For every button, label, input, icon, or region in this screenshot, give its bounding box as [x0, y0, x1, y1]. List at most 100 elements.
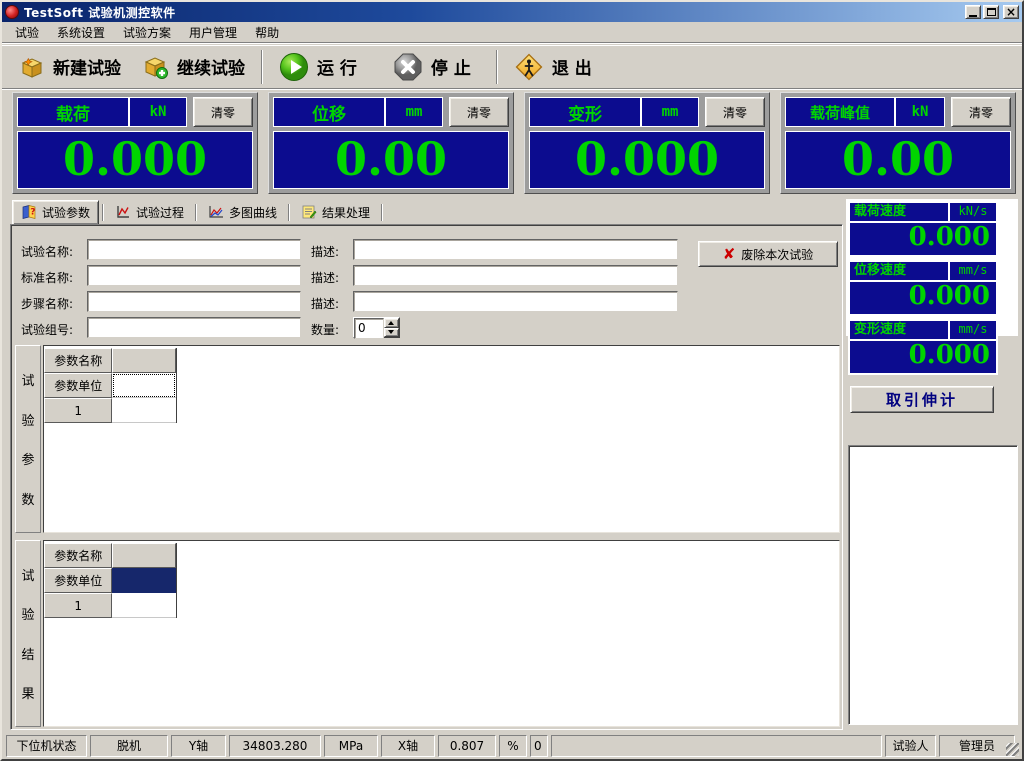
param-row1-header[interactable]: 1 — [44, 398, 112, 423]
peak-load-value: 0.00 — [785, 131, 1011, 189]
tab-separator — [381, 204, 383, 221]
deformation-value: 0.000 — [529, 131, 765, 189]
standard-desc-input[interactable] — [353, 265, 678, 286]
menu-test-scheme[interactable]: 试验方案 — [114, 22, 180, 43]
standard-name-input[interactable] — [87, 265, 301, 286]
maximize-button[interactable] — [983, 5, 999, 19]
menu-system-settings[interactable]: 系统设置 — [48, 22, 114, 43]
quantity-value[interactable]: 0 — [354, 318, 384, 339]
param-name-header[interactable]: 参数名称 — [44, 348, 112, 373]
run-label: 运 行 — [317, 54, 357, 79]
step-name-label: 步骤名称: — [21, 295, 73, 312]
status-x-axis-value: 0.807 — [438, 735, 496, 757]
results-grid: 参数名称 参数单位 1 — [44, 543, 177, 618]
result-processing-icon — [301, 204, 317, 220]
status-operator-label: 试验人 — [885, 735, 936, 757]
title-bar[interactable]: TestSoft 试验机测控软件 × — [2, 2, 1022, 22]
status-y-axis-value: 34803.280 — [229, 735, 321, 757]
window-title: TestSoft 试验机测控软件 — [24, 4, 176, 21]
deformation-label: 变形 — [530, 98, 642, 126]
app-icon — [5, 5, 19, 19]
menu-test[interactable]: 试验 — [6, 22, 48, 43]
maximize-icon — [987, 8, 996, 16]
step-desc-input[interactable] — [353, 291, 678, 312]
up-arrow-icon — [388, 321, 394, 325]
displacement-speed-panel: 位移速度 mm/s 0.000 — [848, 260, 998, 316]
param-name-cell[interactable] — [112, 348, 176, 373]
tab-separator — [288, 204, 290, 221]
param-unit-cell[interactable] — [112, 373, 176, 398]
quantity-stepper[interactable]: 0 — [353, 317, 400, 338]
param-unit-header[interactable]: 参数单位 — [44, 373, 112, 398]
result-name-cell[interactable] — [112, 543, 176, 568]
deformation-clear-button[interactable]: 清零 — [705, 97, 765, 127]
result-unit-header[interactable]: 参数单位 — [44, 568, 112, 593]
test-name-input[interactable] — [87, 239, 301, 260]
displacement-speed-unit: mm/s — [950, 262, 996, 280]
minimize-button[interactable] — [965, 5, 981, 19]
test-results-grid-area[interactable]: 参数名称 参数单位 1 — [43, 540, 840, 727]
displacement-clear-button[interactable]: 清零 — [449, 97, 509, 127]
down-arrow-icon — [388, 330, 394, 334]
step-desc-label: 描述: — [311, 295, 339, 312]
side-char: 果 — [21, 683, 34, 702]
side-char: 验 — [21, 604, 34, 623]
status-operator-value: 管理员 — [939, 735, 1015, 757]
result-listbox[interactable] — [848, 445, 1018, 725]
exit-button[interactable]: 退 出 — [503, 48, 603, 86]
menu-user-management[interactable]: 用户管理 — [180, 22, 246, 43]
tab-multi-curves[interactable]: 多图曲线 — [200, 201, 285, 224]
test-name-desc-label: 描述: — [311, 243, 339, 260]
peak-load-display-panel: 载荷峰值 kN 清零 0.00 — [780, 92, 1016, 194]
svg-text:?: ? — [30, 208, 35, 218]
test-parameters-panel: 试验名称: 描述: 标准名称: 描述: 步骤名称: 描述: 试验组号: 数量: … — [10, 224, 843, 730]
result-name-header[interactable]: 参数名称 — [44, 543, 112, 568]
new-test-button[interactable]: 新建试验 — [8, 50, 132, 84]
status-offline-value: 脱机 — [90, 735, 168, 757]
test-group-label: 试验组号: — [21, 321, 73, 338]
side-char: 试 — [21, 565, 34, 584]
quantity-label: 数量: — [311, 321, 339, 338]
stop-icon — [393, 52, 423, 82]
deformation-speed-panel: 变形速度 mm/s 0.000 — [848, 319, 998, 375]
quantity-down-button[interactable] — [384, 328, 399, 338]
tab-test-process[interactable]: 试验过程 — [107, 201, 192, 224]
displacement-display-panel: 位移 mm 清零 0.00 — [268, 92, 514, 194]
toolbar-separator — [261, 50, 263, 84]
stop-button[interactable]: 停 止 — [382, 48, 482, 86]
step-name-input[interactable] — [87, 291, 301, 312]
resize-grip[interactable] — [1006, 743, 1019, 756]
test-name-desc-input[interactable] — [353, 239, 678, 260]
side-char: 验 — [21, 410, 34, 429]
side-char: 参 — [21, 449, 34, 468]
result-unit-cell-selected[interactable] — [112, 568, 176, 593]
tab-test-parameters[interactable]: ? 试验参数 — [12, 200, 99, 225]
side-char: 结 — [21, 644, 34, 663]
tab-test-parameters-label: 试验参数 — [42, 204, 90, 221]
menu-help[interactable]: 帮助 — [246, 22, 288, 43]
displacement-label: 位移 — [274, 98, 386, 126]
close-button[interactable]: × — [1003, 5, 1019, 19]
status-x-axis-unit: % — [499, 735, 527, 757]
continue-test-button[interactable]: 继续试验 — [132, 50, 256, 84]
tab-result-processing[interactable]: 结果处理 — [293, 201, 378, 224]
menu-bar: 试验 系统设置 试验方案 用户管理 帮助 — [2, 22, 1022, 43]
tab-separator — [195, 204, 197, 221]
peak-load-clear-button[interactable]: 清零 — [951, 97, 1011, 127]
deformation-unit: mm — [642, 98, 698, 126]
app-window: TestSoft 试验机测控软件 × 试验 系统设置 试验方案 用户管理 帮助 … — [0, 0, 1024, 761]
discard-test-button[interactable]: ✘ 废除本次试验 — [698, 241, 838, 267]
result-row1-cell[interactable] — [112, 593, 176, 618]
quantity-up-button[interactable] — [384, 318, 399, 328]
load-clear-button[interactable]: 清零 — [193, 97, 253, 127]
test-group-input[interactable] — [87, 317, 301, 338]
exit-sign-icon — [514, 52, 544, 82]
test-parameters-grid-area[interactable]: 参数名称 参数单位 1 — [43, 345, 840, 533]
result-row1-header[interactable]: 1 — [44, 593, 112, 618]
param-row1-cell[interactable] — [112, 398, 176, 423]
extensometer-button[interactable]: 取引伸计 — [850, 386, 994, 413]
test-parameters-icon: ? — [21, 204, 37, 220]
run-button[interactable]: 运 行 — [268, 48, 368, 86]
load-speed-value: 0.000 — [850, 223, 996, 253]
load-value: 0.000 — [17, 131, 253, 189]
